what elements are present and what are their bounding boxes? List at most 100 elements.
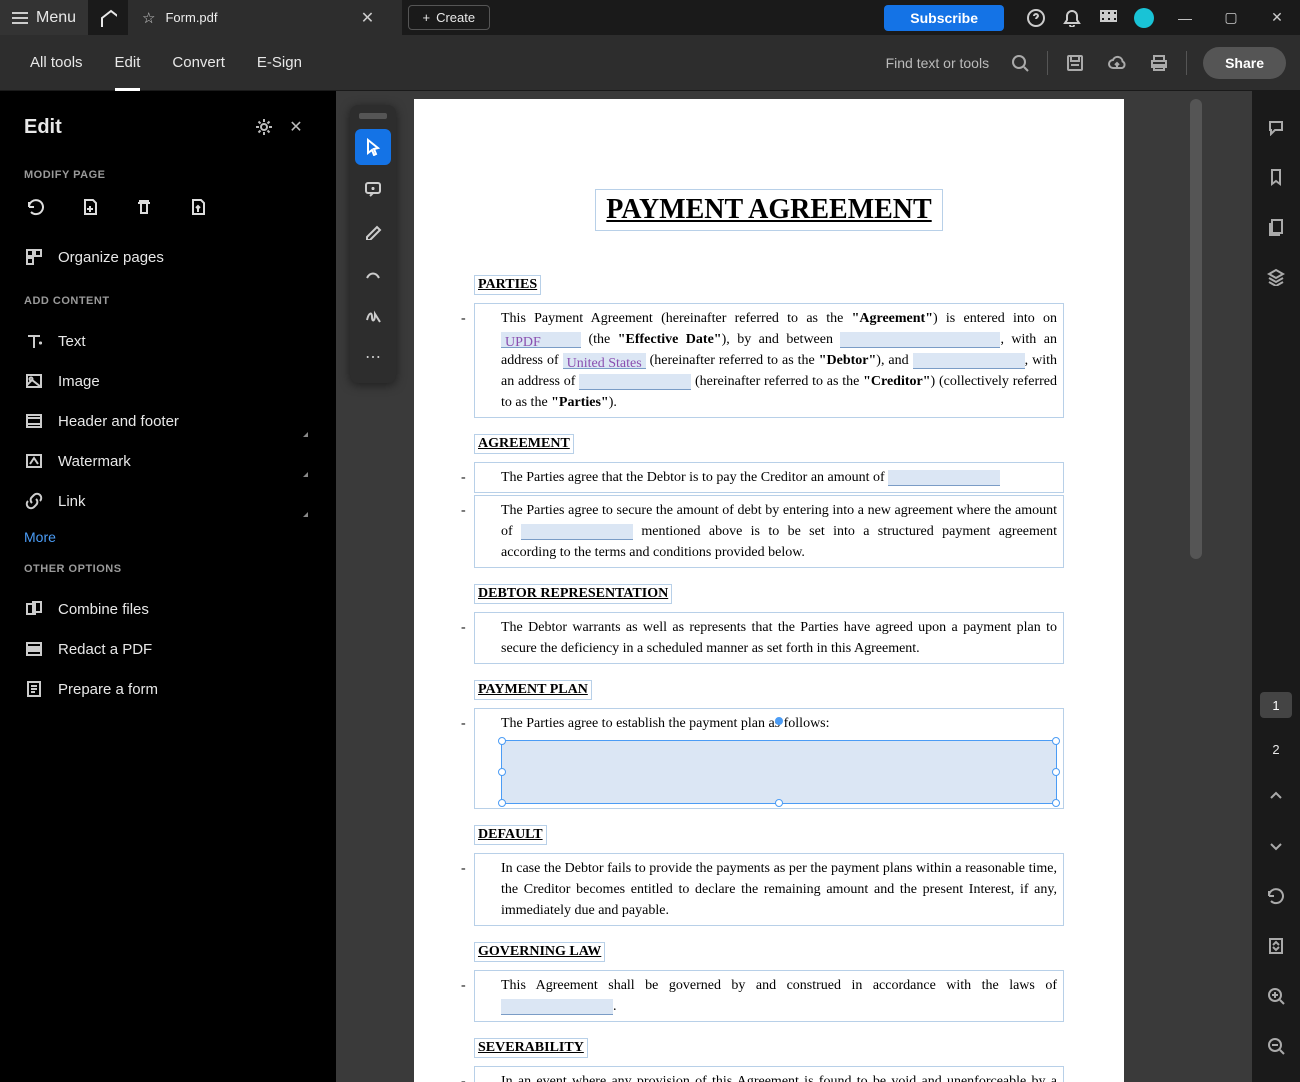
fill-amount-2[interactable] xyxy=(521,524,633,540)
section-parties[interactable]: PARTIES xyxy=(474,275,541,295)
cursor-icon xyxy=(364,138,382,156)
zoom-in-button[interactable] xyxy=(1260,980,1292,1012)
bookmarks-panel-button[interactable] xyxy=(1260,161,1292,193)
window-minimize-button[interactable]: — xyxy=(1162,0,1208,35)
resize-handle[interactable] xyxy=(775,799,783,807)
add-text-button[interactable]: Text xyxy=(24,321,312,361)
fit-page-button[interactable] xyxy=(1260,930,1292,962)
print-button[interactable] xyxy=(1138,35,1180,91)
section-default[interactable]: DEFAULT xyxy=(474,825,547,845)
toolbar-grip[interactable] xyxy=(359,113,387,119)
window-close-button[interactable]: ✕ xyxy=(1254,0,1300,35)
fill-address-2[interactable] xyxy=(579,374,691,390)
parties-paragraph[interactable]: - This Payment Agreement (hereinafter re… xyxy=(474,303,1064,418)
section-agreement[interactable]: AGREEMENT xyxy=(474,434,574,454)
default-para[interactable]: -In case the Debtor fails to provide the… xyxy=(474,853,1064,926)
hamburger-icon xyxy=(12,12,28,24)
insert-page-button[interactable] xyxy=(78,195,102,219)
tab-close-button[interactable]: ✕ xyxy=(348,8,388,28)
section-debtor-rep[interactable]: DEBTOR REPRESENTATION xyxy=(474,584,672,604)
fit-icon xyxy=(1267,937,1285,955)
section-gov-law[interactable]: GOVERNING LAW xyxy=(474,942,605,962)
more-link[interactable]: More xyxy=(24,529,312,545)
notifications-button[interactable] xyxy=(1054,0,1090,35)
payment-plan-para[interactable]: - The Parties agree to establish the pay… xyxy=(474,708,1064,809)
fill-party-2[interactable] xyxy=(913,353,1025,369)
close-sidebar-button[interactable]: ✕ xyxy=(280,111,312,143)
section-severability[interactable]: SEVERABILITY xyxy=(474,1038,588,1058)
star-icon: ☆ xyxy=(142,9,155,27)
gov-law-para[interactable]: -This Agreement shall be governed by and… xyxy=(474,970,1064,1022)
sign-tool[interactable] xyxy=(355,297,391,333)
page-down-button[interactable] xyxy=(1260,830,1292,862)
fill-party-1[interactable] xyxy=(840,332,1000,348)
comment-tool[interactable] xyxy=(355,171,391,207)
add-header-footer-button[interactable]: Header and footer xyxy=(24,401,312,441)
select-tool[interactable] xyxy=(355,129,391,165)
draw-tool[interactable] xyxy=(355,255,391,291)
fill-address-1[interactable]: United States xyxy=(563,353,646,369)
fill-jurisdiction[interactable] xyxy=(501,999,613,1015)
user-avatar[interactable] xyxy=(1134,8,1154,28)
document-scroll[interactable]: PAYMENT AGREEMENT PARTIES - This Payment… xyxy=(336,91,1252,1082)
resize-handle[interactable] xyxy=(1052,737,1060,745)
redact-pdf-button[interactable]: Redact a PDF xyxy=(24,629,312,669)
extract-page-button[interactable] xyxy=(186,195,210,219)
combine-icon xyxy=(24,599,44,619)
fill-effective-date[interactable]: UPDF xyxy=(501,332,581,348)
severability-para[interactable]: -In an event where any provision of this… xyxy=(474,1066,1064,1082)
rotate-handle[interactable] xyxy=(775,717,783,725)
doc-title[interactable]: PAYMENT AGREEMENT xyxy=(595,189,942,231)
add-watermark-button[interactable]: Watermark xyxy=(24,441,312,481)
prepare-form-button[interactable]: Prepare a form xyxy=(24,669,312,709)
section-payment-plan[interactable]: PAYMENT PLAN xyxy=(474,680,592,700)
menu-convert[interactable]: Convert xyxy=(156,35,241,91)
resize-handle[interactable] xyxy=(498,768,506,776)
rotate-button[interactable] xyxy=(24,195,48,219)
help-button[interactable] xyxy=(1018,0,1054,35)
settings-button[interactable] xyxy=(248,111,280,143)
comments-panel-button[interactable] xyxy=(1260,111,1292,143)
create-button[interactable]: + Create xyxy=(408,5,491,30)
organize-pages-button[interactable]: Organize pages xyxy=(24,237,312,277)
save-button[interactable] xyxy=(1054,35,1096,91)
menu-all-tools[interactable]: All tools xyxy=(14,35,99,91)
rotate-view-button[interactable] xyxy=(1260,880,1292,912)
document-tab[interactable]: ☆ Form.pdf ✕ xyxy=(128,0,401,35)
page-2-button[interactable]: 2 xyxy=(1260,736,1292,762)
resize-handle[interactable] xyxy=(498,737,506,745)
apps-button[interactable] xyxy=(1090,0,1126,35)
pages-panel-button[interactable] xyxy=(1260,211,1292,243)
window-maximize-button[interactable]: ▢ xyxy=(1208,0,1254,35)
agreement-para-2[interactable]: -The Parties agree to secure the amount … xyxy=(474,495,1064,568)
menu-esign[interactable]: E-Sign xyxy=(241,35,318,91)
cloud-upload-button[interactable] xyxy=(1096,35,1138,91)
add-link-button[interactable]: Link xyxy=(24,481,312,521)
page-up-button[interactable] xyxy=(1260,780,1292,812)
share-button[interactable]: Share xyxy=(1203,47,1286,79)
resize-handle[interactable] xyxy=(1052,799,1060,807)
save-icon xyxy=(1066,54,1084,72)
agreement-para-1[interactable]: -The Parties agree that the Debtor is to… xyxy=(474,462,1064,493)
document-page[interactable]: PAYMENT AGREEMENT PARTIES - This Payment… xyxy=(414,99,1124,1082)
fill-amount-1[interactable] xyxy=(888,470,1000,486)
highlight-tool[interactable] xyxy=(355,213,391,249)
scrollbar[interactable] xyxy=(1190,99,1202,559)
menu-button[interactable]: Menu xyxy=(0,0,88,35)
combine-files-button[interactable]: Combine files xyxy=(24,589,312,629)
resize-handle[interactable] xyxy=(498,799,506,807)
selected-textbox[interactable] xyxy=(501,740,1057,804)
page-1-button[interactable]: 1 xyxy=(1260,692,1292,718)
more-tools[interactable]: ⋯ xyxy=(355,339,391,375)
home-button[interactable] xyxy=(88,0,128,35)
search-button[interactable] xyxy=(999,35,1041,91)
debtor-rep-para[interactable]: -The Debtor warrants as well as represen… xyxy=(474,612,1064,664)
layers-panel-button[interactable] xyxy=(1260,261,1292,293)
zoom-out-button[interactable] xyxy=(1260,1030,1292,1062)
menu-edit[interactable]: Edit xyxy=(99,35,157,91)
vertical-toolbar: ⋯ xyxy=(350,105,396,383)
add-image-button[interactable]: Image xyxy=(24,361,312,401)
subscribe-button[interactable]: Subscribe xyxy=(884,5,1004,31)
resize-handle[interactable] xyxy=(1052,768,1060,776)
delete-page-button[interactable] xyxy=(132,195,156,219)
